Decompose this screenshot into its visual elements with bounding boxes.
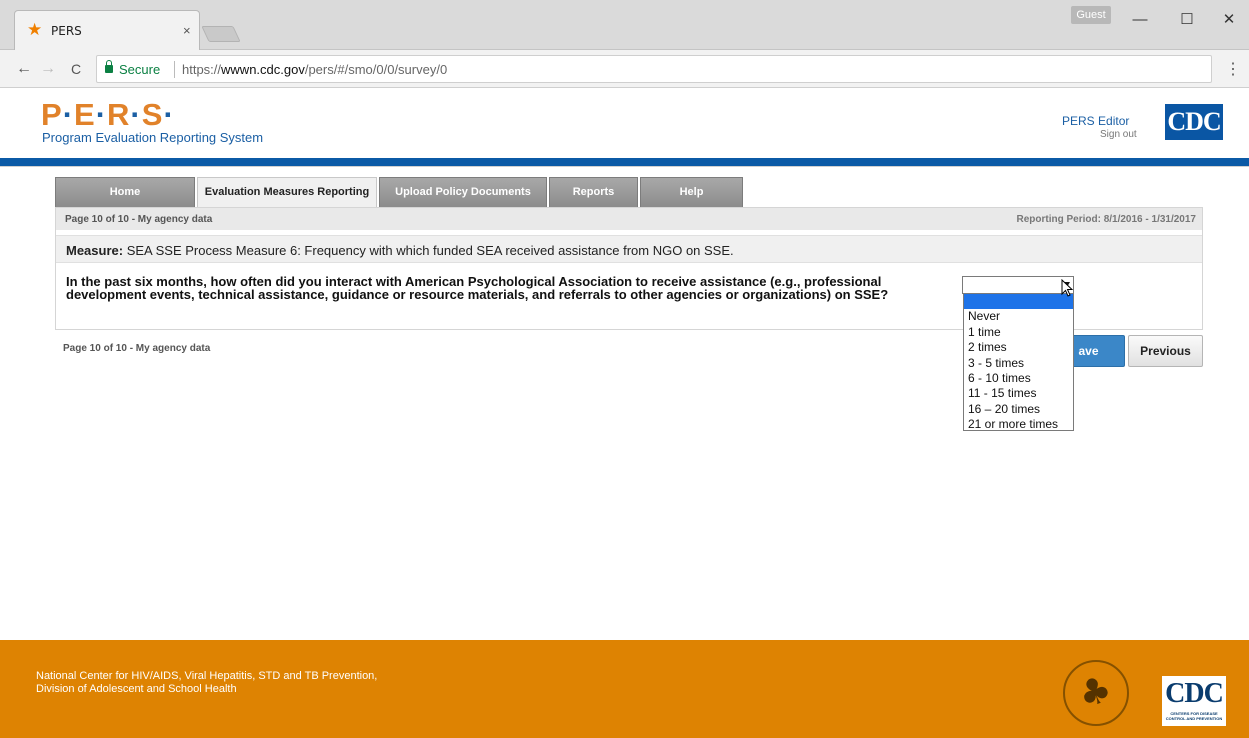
dropdown-option-blank[interactable] xyxy=(964,294,1073,310)
page-info-bar: Page 10 of 10 - My agency data Reporting… xyxy=(56,208,1202,230)
cdc-tagline: CENTERS FOR DISEASE CONTROL AND PREVENTI… xyxy=(1165,711,1223,721)
logo-dot: · xyxy=(95,97,108,132)
forward-arrow-icon[interactable]: → xyxy=(38,59,58,79)
pers-logo[interactable]: P·E·R·S· xyxy=(41,97,175,132)
header-divider xyxy=(0,158,1249,166)
eagle-icon: ♣ xyxy=(1072,667,1118,718)
close-window-icon[interactable]: ✕ xyxy=(1214,8,1244,32)
reporting-period: Reporting Period: 8/1/2016 - 1/31/2017 xyxy=(1016,214,1196,225)
cdc-logo[interactable]: CDC xyxy=(1165,104,1223,140)
dropdown-option-11-15-times[interactable]: 11 - 15 times xyxy=(964,386,1073,401)
star-favicon-icon: ★ xyxy=(27,20,43,39)
url-host: wwwn.cdc.gov xyxy=(221,62,305,77)
footer-line-1: National Center for HIV/AIDS, Viral Hepa… xyxy=(36,670,378,682)
logo-subtitle: Program Evaluation Reporting System xyxy=(42,130,264,145)
frequency-select[interactable] xyxy=(962,276,1074,294)
browser-menu-icon[interactable]: ⋮ xyxy=(1225,59,1241,79)
tab-close-icon[interactable]: × xyxy=(183,23,191,38)
header-divider-line xyxy=(0,166,1249,167)
tab-title: PERS xyxy=(51,24,82,38)
footer-line-2: Division of Adolescent and School Health xyxy=(36,683,237,695)
logo-letter-r: R xyxy=(107,97,131,132)
browser-tab[interactable]: ★ PERS × xyxy=(14,10,200,50)
tab-evaluation-measures-reporting[interactable]: Evaluation Measures Reporting xyxy=(197,177,377,208)
dropdown-option-3-5-times[interactable]: 3 - 5 times xyxy=(964,356,1073,371)
dropdown-option-16-20-times[interactable]: 16 – 20 times xyxy=(964,402,1073,417)
logo-dot: · xyxy=(163,97,175,132)
previous-button[interactable]: Previous xyxy=(1128,335,1203,367)
logo-dot: · xyxy=(130,97,142,132)
measure-description: SEA SSE Process Measure 6: Frequency wit… xyxy=(123,243,734,258)
frequency-dropdown-list: Never 1 time 2 times 3 - 5 times 6 - 10 … xyxy=(963,293,1074,431)
dropdown-option-6-10-times[interactable]: 6 - 10 times xyxy=(964,371,1073,386)
hhs-seal-icon[interactable]: ♣ xyxy=(1063,660,1129,726)
url-text: https://wwwn.cdc.gov/pers/#/smo/0/0/surv… xyxy=(182,62,447,77)
url-scheme: https:// xyxy=(182,62,222,77)
tab-help[interactable]: Help xyxy=(640,177,743,207)
minimize-icon[interactable]: — xyxy=(1125,8,1155,32)
logo-letter-s: S xyxy=(141,97,164,132)
dropdown-option-21-or-more-times[interactable]: 21 or more times xyxy=(964,417,1073,432)
logo-dot: · xyxy=(62,97,75,132)
logo-letter-p: P xyxy=(41,97,63,132)
measure-label: Measure: xyxy=(66,243,124,258)
site-header: P·E·R·S· Program Evaluation Reporting Sy… xyxy=(0,88,1249,158)
sign-out-link[interactable]: Sign out xyxy=(1100,129,1137,140)
measure-bar: Measure: SEA SSE Process Measure 6: Freq… xyxy=(56,235,1202,263)
address-bar[interactable]: Secure https://wwwn.cdc.gov/pers/#/smo/0… xyxy=(96,55,1212,83)
tab-reports[interactable]: Reports xyxy=(549,177,638,207)
secure-label: Secure xyxy=(119,62,161,77)
site-footer: National Center for HIV/AIDS, Viral Hepa… xyxy=(0,640,1249,738)
tab-home[interactable]: Home xyxy=(55,177,195,207)
maximize-icon[interactable]: ☐ xyxy=(1172,8,1202,32)
cdc-footer-logo[interactable]: CDC CENTERS FOR DISEASE CONTROL AND PREV… xyxy=(1162,676,1226,726)
address-separator xyxy=(174,61,175,78)
dropdown-option-2-times[interactable]: 2 times xyxy=(964,340,1073,355)
reload-icon[interactable]: C xyxy=(66,59,86,79)
page-label: Page 10 of 10 - My agency data xyxy=(65,214,213,225)
new-tab-button[interactable] xyxy=(201,26,241,42)
logo-letter-e: E xyxy=(74,97,96,132)
url-path: /pers/#/smo/0/0/survey/0 xyxy=(304,62,448,77)
cdc-footer-logo-text: CDC xyxy=(1165,678,1224,709)
back-arrow-icon[interactable]: ← xyxy=(14,59,34,79)
browser-titlebar: ★ PERS × Guest — ☐ ✕ xyxy=(0,0,1249,50)
question-text: In the past six months, how often did yo… xyxy=(66,274,889,302)
lock-icon xyxy=(105,60,113,73)
footer-text: National Center for HIV/AIDS, Viral Hepa… xyxy=(36,670,377,696)
tab-upload-policy-documents[interactable]: Upload Policy Documents xyxy=(379,177,547,207)
browser-toolbar: ← → C Secure https://wwwn.cdc.gov/pers/#… xyxy=(0,50,1249,88)
measure-text: Measure: SEA SSE Process Measure 6: Freq… xyxy=(66,243,734,258)
dropdown-option-never[interactable]: Never xyxy=(964,309,1073,324)
guest-badge[interactable]: Guest xyxy=(1071,6,1111,24)
page-label-bottom: Page 10 of 10 - My agency data xyxy=(63,343,211,354)
mouse-cursor-icon xyxy=(1061,279,1074,297)
dropdown-option-1-time[interactable]: 1 time xyxy=(964,325,1073,340)
user-name-link[interactable]: PERS Editor xyxy=(1062,114,1129,128)
